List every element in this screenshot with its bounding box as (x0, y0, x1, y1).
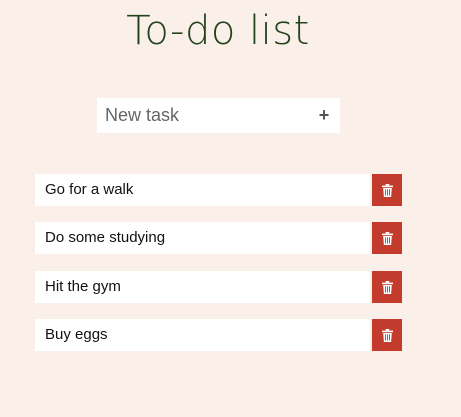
delete-task-button[interactable] (372, 271, 402, 303)
trash-icon (381, 328, 393, 342)
trash-icon (381, 280, 393, 294)
task-item: Go for a walk (35, 174, 402, 206)
add-task-button[interactable]: + (308, 98, 340, 133)
task-label[interactable]: Hit the gym (35, 271, 370, 303)
new-task-input[interactable] (97, 98, 307, 133)
task-item: Buy eggs (35, 319, 402, 351)
page-title: To-do list (126, 8, 310, 54)
delete-task-button[interactable] (372, 174, 402, 206)
task-item: Do some studying (35, 222, 402, 254)
task-label[interactable]: Do some studying (35, 222, 370, 254)
new-task-form: + (97, 98, 340, 133)
trash-icon (381, 183, 393, 197)
task-label[interactable]: Go for a walk (35, 174, 370, 206)
todo-app: To-do list + Go for a walk Do some study… (0, 0, 461, 417)
delete-task-button[interactable] (372, 319, 402, 351)
delete-task-button[interactable] (372, 222, 402, 254)
trash-icon (381, 231, 393, 245)
task-item: Hit the gym (35, 271, 402, 303)
task-label[interactable]: Buy eggs (35, 319, 370, 351)
